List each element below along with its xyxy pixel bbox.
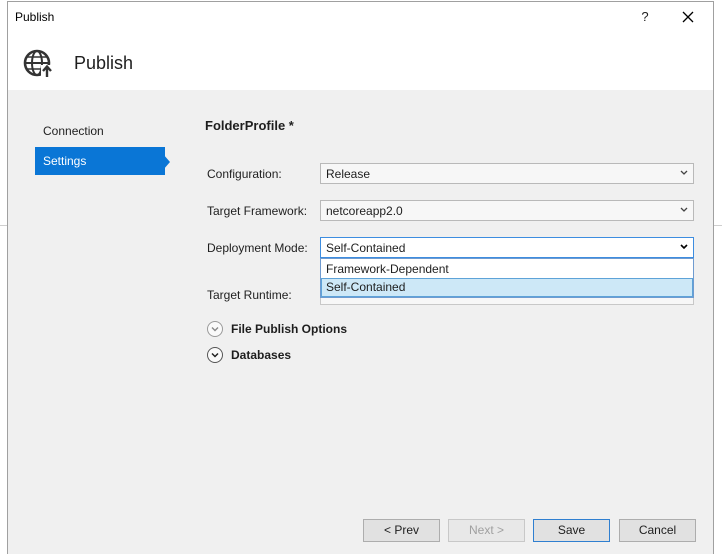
title-bar: Publish ? xyxy=(8,2,713,33)
chevron-down-icon xyxy=(680,207,688,212)
prev-button[interactable]: < Prev xyxy=(363,519,440,542)
dropdown-option-framework-dependent[interactable]: Framework-Dependent xyxy=(321,260,693,279)
close-icon xyxy=(682,11,694,23)
next-button[interactable]: Next > xyxy=(448,519,525,542)
target-runtime-label: Target Runtime: xyxy=(207,288,292,302)
nav-item-label: Connection xyxy=(43,124,104,138)
chevron-down-icon xyxy=(680,244,688,250)
help-button[interactable]: ? xyxy=(632,5,658,29)
chevron-down-icon xyxy=(680,170,688,175)
deployment-mode-label: Deployment Mode: xyxy=(207,241,308,255)
expander-label: File Publish Options xyxy=(231,322,348,336)
page-title: Publish xyxy=(74,53,134,73)
deployment-mode-value: Self-Contained xyxy=(326,241,406,255)
nav-selection-arrow xyxy=(163,154,170,170)
globe-publish-icon xyxy=(23,49,53,78)
configuration-label: Configuration: xyxy=(207,167,282,181)
nav-item-label: Settings xyxy=(43,154,87,168)
close-button[interactable] xyxy=(674,5,702,29)
deployment-mode-select[interactable]: Self-Contained xyxy=(320,237,694,258)
background-app xyxy=(0,0,7,554)
background-app-right xyxy=(714,0,722,554)
profile-title: FolderProfile * xyxy=(205,118,294,133)
background-divider-right xyxy=(714,225,722,226)
dialog-header: Publish xyxy=(8,33,713,90)
chevron-down-circle-icon xyxy=(207,347,223,363)
target-framework-select[interactable]: netcoreapp2.0 xyxy=(320,200,694,221)
cancel-button[interactable]: Cancel xyxy=(619,519,696,542)
target-framework-value: netcoreapp2.0 xyxy=(326,204,403,218)
nav-item-connection[interactable]: Connection xyxy=(35,117,165,145)
configuration-value: Release xyxy=(326,167,371,181)
nav-item-settings[interactable]: Settings xyxy=(35,147,165,175)
configuration-select[interactable]: Release xyxy=(320,163,694,184)
deployment-mode-dropdown: Framework-Dependent Self-Contained xyxy=(320,258,694,298)
save-button[interactable]: Save xyxy=(533,519,610,542)
target-framework-label: Target Framework: xyxy=(207,204,308,218)
chevron-down-circle-icon xyxy=(207,321,223,337)
background-divider xyxy=(0,225,7,226)
dropdown-option-self-contained[interactable]: Self-Contained xyxy=(321,278,693,297)
publish-dialog: Publish ? Publish Connection Settings Fo… xyxy=(7,1,714,554)
window-title: Publish xyxy=(15,10,55,24)
expander-label: Databases xyxy=(231,348,292,362)
